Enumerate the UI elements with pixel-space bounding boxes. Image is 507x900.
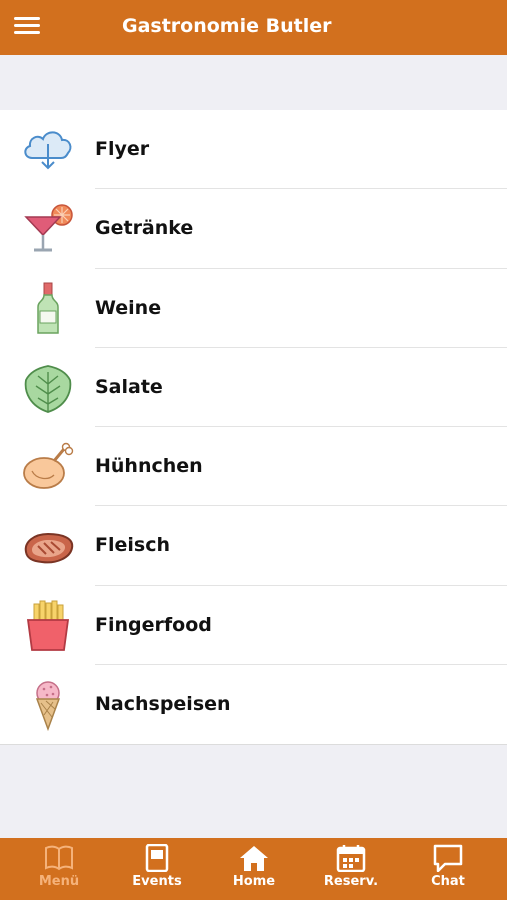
chicken-leg-icon — [23, 442, 74, 489]
wine-bottle-icon — [37, 282, 59, 334]
app-header: Gastronomie Butler — [0, 0, 507, 55]
app-title: Gastronomie Butler — [122, 15, 332, 37]
menu-item-huehnchen[interactable]: Hühnchen — [0, 427, 507, 507]
ice-cream-icon — [35, 681, 61, 731]
calendar-icon — [336, 845, 366, 872]
book-icon — [45, 845, 73, 871]
menu-item-weine[interactable]: Weine — [0, 269, 507, 348]
menu-item-fingerfood[interactable]: Fingerfood — [0, 586, 507, 665]
menu-item-label: Flyer — [95, 138, 150, 160]
menu-item-label: Fingerfood — [95, 613, 212, 636]
header-spacer — [0, 55, 507, 111]
menu-item-label: Weine — [95, 296, 162, 319]
tab-label: Home — [232, 874, 276, 889]
tab-events[interactable]: Events — [108, 838, 206, 900]
steak-icon — [24, 533, 74, 564]
menu-list: Flyer Getränke Weine Salate Hühnchen Fle… — [0, 110, 507, 745]
tab-chat[interactable]: Chat — [399, 838, 497, 900]
menu-item-label: Fleisch — [95, 534, 170, 557]
chat-bubble-icon — [433, 844, 463, 872]
menu-item-flyer[interactable]: Flyer — [0, 110, 507, 190]
home-icon — [240, 846, 268, 871]
flyer-icon — [145, 844, 169, 872]
menu-item-label: Nachspeisen — [95, 692, 231, 715]
tab-reservation[interactable]: Reserv. — [302, 838, 400, 900]
tab-home[interactable]: Home — [205, 838, 303, 900]
lettuce-icon — [24, 364, 72, 413]
menu-item-label: Salate — [95, 375, 163, 398]
tab-label: Menü — [38, 874, 80, 889]
tab-label: Chat — [431, 874, 465, 889]
bottom-tab-bar: Menü Events Home Reserv. Chat — [0, 838, 507, 900]
menu-item-label: Hühnchen — [95, 455, 203, 477]
menu-item-nachspeisen[interactable]: Nachspeisen — [0, 665, 507, 744]
tab-label: Events — [132, 874, 182, 889]
tab-label: Reserv. — [323, 874, 379, 889]
menu-item-getraenke[interactable]: Getränke — [0, 189, 507, 269]
menu-item-label: Getränke — [95, 217, 194, 240]
tab-menu[interactable]: Menü — [10, 838, 108, 900]
menu-item-salate[interactable]: Salate — [0, 348, 507, 427]
cocktail-icon — [24, 204, 73, 252]
hamburger-icon[interactable] — [12, 14, 42, 40]
cloud-download-icon — [24, 131, 72, 170]
menu-item-fleisch[interactable]: Fleisch — [0, 506, 507, 586]
fries-icon — [26, 600, 70, 651]
